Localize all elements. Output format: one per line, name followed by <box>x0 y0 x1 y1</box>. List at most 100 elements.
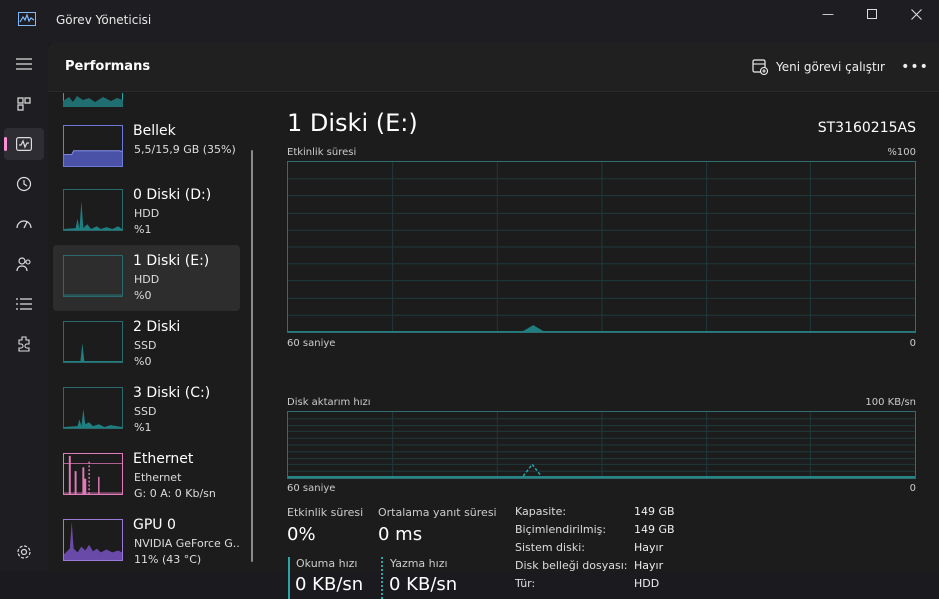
gpu-thumb-graph <box>63 519 123 561</box>
disk2-thumb-graph <box>63 321 123 363</box>
system-disk-value: Hayır <box>634 541 664 554</box>
more-options-button[interactable]: ••• <box>901 56 929 78</box>
run-task-label: Yeni görevi çalıştır <box>776 60 885 74</box>
read-speed-indicator <box>288 557 290 599</box>
device-type: HDD <box>134 207 160 220</box>
details-icon <box>16 298 32 310</box>
response-time-value: 0 ms <box>378 524 423 545</box>
nav-hamburger[interactable] <box>4 48 44 80</box>
read-speed-value: 0 KB/sn <box>295 574 364 595</box>
startup-icon <box>16 220 32 229</box>
device-list: Bellek 5,5/15,9 GB (35%) 0 Diski (D:) HD… <box>48 93 256 571</box>
cpu-thumb-partial <box>63 93 123 107</box>
users-icon <box>16 257 31 272</box>
device-type: NVIDIA GeForce G... <box>134 537 240 550</box>
close-button[interactable] <box>893 0 939 28</box>
transfer-graph-max: 100 KB/sn <box>865 397 916 408</box>
device-list-scrollbar[interactable] <box>251 150 253 562</box>
device-type: Ethernet <box>134 471 182 484</box>
transfer-graph-min: 0 <box>909 483 916 494</box>
device-usage: G: 0 A: 0 Kb/sn <box>134 487 216 500</box>
transfer-graph-time: 60 saniye <box>287 483 336 494</box>
nav-startup[interactable] <box>4 208 44 240</box>
disk3-thumb-graph <box>63 387 123 429</box>
device-type: SSD <box>134 405 157 418</box>
disk-title: 1 Diski (E:) <box>287 109 418 137</box>
device-item-memory[interactable]: Bellek 5,5/15,9 GB (35%) <box>53 115 240 181</box>
close-icon <box>910 8 922 20</box>
page-file-label: Disk belleği dosyası: <box>515 559 628 572</box>
maximize-icon <box>867 9 877 19</box>
activity-graph-label: Etkinlik süresi <box>287 147 357 158</box>
type-value: HDD <box>634 577 660 590</box>
device-usage: %0 <box>134 355 152 368</box>
device-type: HDD <box>134 273 160 286</box>
active-time-value: 0% <box>287 524 316 545</box>
nav-details[interactable] <box>4 288 44 320</box>
title-bar: Görev Yöneticisi — <box>0 0 939 42</box>
nav-rail <box>0 42 48 571</box>
maximize-button[interactable] <box>849 0 895 28</box>
device-item-gpu[interactable]: GPU 0 NVIDIA GeForce G... 11% (43 °C) <box>53 509 240 571</box>
processes-icon <box>17 97 31 111</box>
device-item-ethernet[interactable]: Ethernet Ethernet G: 0 A: 0 Kb/sn <box>53 443 240 509</box>
device-name: GPU 0 <box>133 517 176 533</box>
page-title: Performans <box>65 59 151 74</box>
capacity-value: 149 GB <box>634 505 675 518</box>
nav-performance[interactable] <box>4 128 44 160</box>
nav-app-history[interactable] <box>4 168 44 200</box>
device-name: 3 Diski (C:) <box>133 385 211 401</box>
page-header: Performans Yeni görevi çalıştır ••• <box>48 42 939 92</box>
device-name: 2 Diski <box>133 319 181 335</box>
device-usage: %1 <box>134 421 152 434</box>
hamburger-icon <box>16 58 32 70</box>
device-type: SSD <box>134 339 157 352</box>
activity-graph <box>287 161 916 333</box>
device-item-disk-0[interactable]: 0 Diski (D:) HDD %1 <box>53 179 240 245</box>
transfer-graph-label: Disk aktarım hızı <box>287 397 371 408</box>
device-item-disk-2[interactable]: 2 Diski SSD %0 <box>53 311 240 377</box>
settings-icon <box>17 545 31 559</box>
device-usage: %1 <box>134 223 152 236</box>
minimize-icon: — <box>822 7 834 21</box>
capacity-label: Kapasite: <box>515 505 567 518</box>
active-time-label: Etkinlik süresi <box>287 506 364 519</box>
write-speed-indicator <box>381 557 383 599</box>
nav-services[interactable] <box>4 328 44 360</box>
type-label: Tür: <box>515 577 536 590</box>
nav-settings[interactable] <box>4 536 44 568</box>
minimize-button[interactable]: — <box>805 0 851 28</box>
disk-model: ST3160215AS <box>817 120 916 136</box>
page-file-value: Hayır <box>634 559 664 572</box>
more-icon: ••• <box>901 59 929 75</box>
run-new-task-button[interactable]: Yeni görevi çalıştır <box>752 56 885 78</box>
window-title: Görev Yöneticisi <box>56 13 152 27</box>
device-item-disk-1[interactable]: 1 Diski (E:) HDD %0 <box>53 245 240 311</box>
memory-thumb-graph <box>63 125 123 167</box>
device-name: 1 Diski (E:) <box>133 253 210 269</box>
nav-processes[interactable] <box>4 88 44 120</box>
run-task-icon <box>752 59 768 75</box>
write-speed-value: 0 KB/sn <box>389 574 458 595</box>
nav-users[interactable] <box>4 248 44 280</box>
services-icon <box>18 336 30 352</box>
activity-graph-min: 0 <box>909 338 916 349</box>
disk0-thumb-graph <box>63 189 123 231</box>
write-speed-label: Yazma hızı <box>390 557 448 570</box>
device-name: Bellek <box>133 123 176 139</box>
task-manager-app-icon <box>18 12 36 26</box>
formatted-value: 149 GB <box>634 523 675 536</box>
ethernet-thumb-graph <box>63 453 123 495</box>
device-item-disk-3[interactable]: 3 Diski (C:) SSD %1 <box>53 377 240 443</box>
device-name: Ethernet <box>133 451 194 467</box>
device-usage: %0 <box>134 289 152 302</box>
device-detail: 5,5/15,9 GB (35%) <box>134 143 236 156</box>
read-speed-label: Okuma hızı <box>296 557 358 570</box>
performance-icon <box>16 137 32 151</box>
response-time-label: Ortalama yanıt süresi <box>378 506 497 519</box>
activity-graph-max: %100 <box>887 147 916 158</box>
app-history-icon <box>16 176 32 192</box>
disk-detail-panel: 1 Diski (E:) ST3160215AS Etkinlik süresi… <box>256 93 939 599</box>
device-usage: 11% (43 °C) <box>134 553 202 566</box>
transfer-graph <box>287 411 916 479</box>
